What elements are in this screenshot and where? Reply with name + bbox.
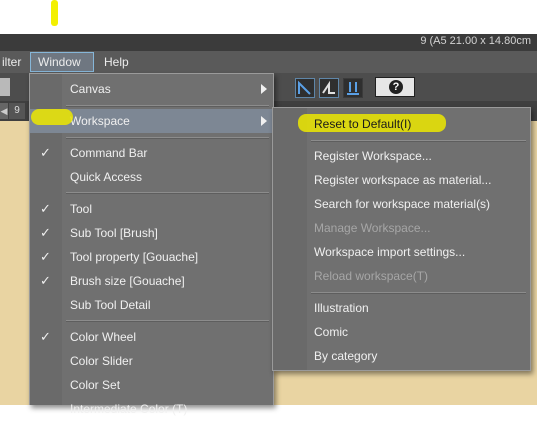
- highlighter-mark: [31, 109, 73, 125]
- menu-item-canvas[interactable]: Canvas: [30, 77, 273, 101]
- chevron-right-icon: [261, 84, 267, 94]
- menu-item-color-slider[interactable]: Color Slider: [30, 349, 273, 373]
- snap-grid-icon[interactable]: [319, 78, 339, 98]
- menu-item-brush-size[interactable]: ✓ Brush size [Gouache]: [30, 269, 273, 293]
- menu-item-command-bar[interactable]: ✓ Command Bar: [30, 141, 273, 165]
- menu-filter[interactable]: ilter: [0, 52, 29, 72]
- toolbar-button-partial[interactable]: [0, 78, 10, 96]
- checkmark-icon: ✓: [40, 329, 51, 344]
- help-icon: ?: [389, 80, 403, 94]
- menu-separator: [311, 292, 526, 294]
- menu-item-illustration[interactable]: Illustration: [273, 296, 530, 320]
- menu-help[interactable]: Help: [96, 52, 137, 72]
- menu-item-color-set[interactable]: Color Set: [30, 373, 273, 397]
- menu-item-reload-workspace: Reload workspace(T): [314, 269, 429, 283]
- menu-separator: [66, 320, 269, 322]
- document-info: 9 (A5 21.00 x 14.80cm: [420, 35, 531, 47]
- checkmark-icon: ✓: [40, 225, 51, 240]
- checkmark-icon: ✓: [40, 273, 51, 288]
- checkmark-icon: ✓: [40, 201, 51, 216]
- menu-separator: [66, 105, 269, 107]
- chevron-right-icon: [261, 116, 267, 126]
- menu-separator: [66, 137, 269, 139]
- menu-window[interactable]: Window: [30, 52, 94, 72]
- checkmark-icon: ✓: [40, 145, 51, 160]
- menu-item-tool[interactable]: ✓ Tool: [30, 197, 273, 221]
- menu-item-register-workspace[interactable]: Register Workspace...: [273, 144, 530, 168]
- menu-item-quick-access[interactable]: Quick Access: [30, 165, 273, 189]
- menu-item-sub-tool-detail[interactable]: Sub Tool Detail: [30, 293, 273, 317]
- snap-special-ruler-icon[interactable]: [343, 78, 363, 98]
- menu-separator: [66, 192, 269, 194]
- desktop-background: [0, 0, 537, 34]
- menu-item-by-category[interactable]: By category: [273, 344, 530, 368]
- checkmark-icon: ✓: [40, 249, 51, 264]
- menu-item-workspace-import-settings[interactable]: Workspace import settings...: [273, 240, 530, 264]
- menu-item-comic[interactable]: Comic: [273, 320, 530, 344]
- menu-separator: [311, 140, 526, 142]
- highlighter-mark: [51, 0, 58, 26]
- menu-item-tool-property[interactable]: ✓ Tool property [Gouache]: [30, 245, 273, 269]
- menu-item-search-workspace-material[interactable]: Search for workspace material(s): [273, 192, 530, 216]
- help-button[interactable]: ?: [375, 77, 415, 97]
- tab-scroll-left-icon[interactable]: ◀: [0, 103, 8, 119]
- menu-item-reset-to-default[interactable]: Reset to Default(I): [273, 112, 530, 136]
- workspace-submenu: Reset to Default(I) Register Workspace..…: [272, 107, 531, 371]
- menu-item-register-as-material[interactable]: Register workspace as material...: [273, 168, 530, 192]
- menu-item-intermediate-color[interactable]: Intermediate Color (T): [30, 397, 273, 421]
- menu-item-manage-workspace: Manage Workspace...: [314, 221, 431, 235]
- snap-ruler-icon[interactable]: [295, 78, 315, 98]
- menu-item-sub-tool[interactable]: ✓ Sub Tool [Brush]: [30, 221, 273, 245]
- canvas-tab[interactable]: 9: [9, 103, 25, 119]
- menu-item-color-wheel[interactable]: ✓ Color Wheel: [30, 325, 273, 349]
